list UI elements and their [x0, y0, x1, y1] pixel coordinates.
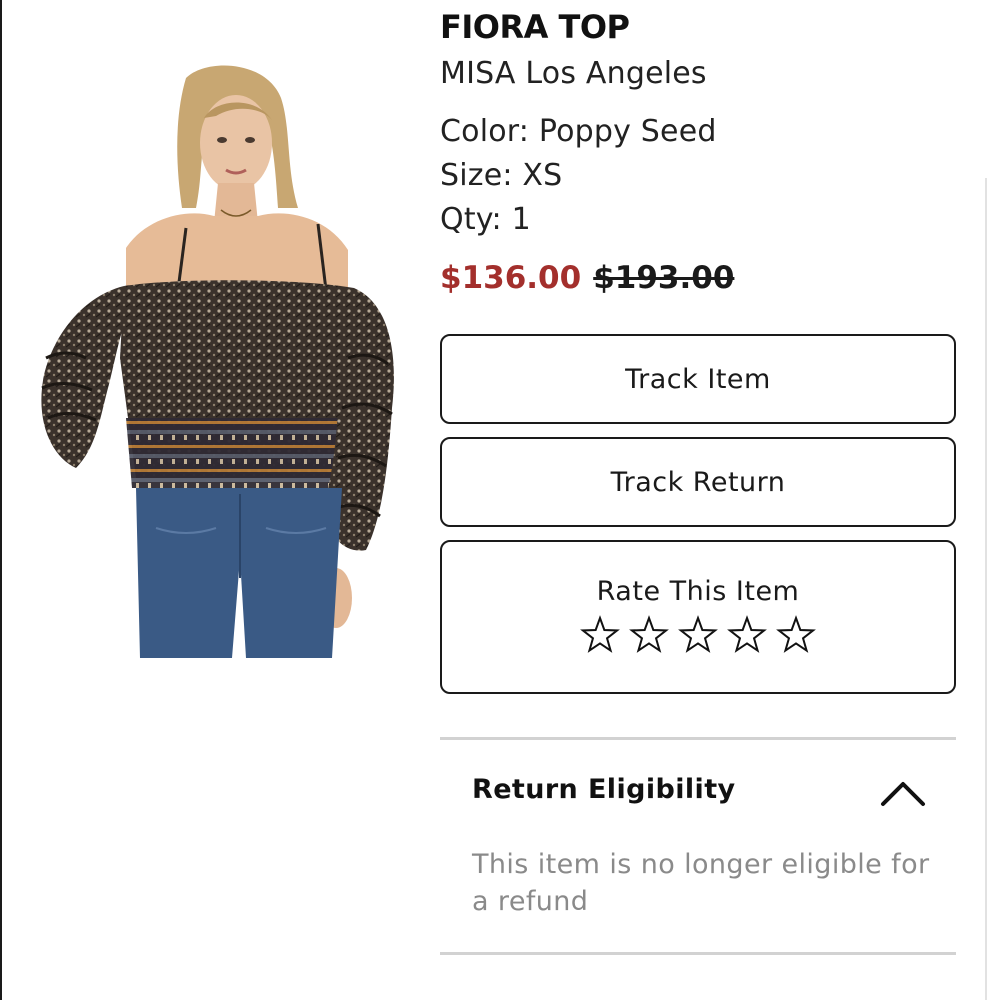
- original-price: $193.00: [593, 260, 735, 296]
- track-item-button[interactable]: Track Item: [440, 334, 956, 424]
- star-icon[interactable]: [580, 615, 620, 655]
- track-return-button[interactable]: Track Return: [440, 437, 956, 527]
- scroll-edge: [985, 178, 987, 1000]
- star-icon[interactable]: [727, 615, 767, 655]
- section-divider-top: [440, 737, 956, 740]
- product-color: Color: Poppy Seed: [440, 114, 717, 149]
- track-item-label: Track Item: [625, 363, 771, 395]
- product-title: FIORA TOP: [440, 8, 630, 46]
- star-icon[interactable]: [776, 615, 816, 655]
- left-edge-border: [0, 0, 2, 1000]
- product-quantity: Qty: 1: [440, 202, 531, 237]
- product-photo-illustration: [41, 65, 394, 658]
- star-rating: [580, 615, 816, 655]
- product-photo[interactable]: [36, 58, 396, 658]
- product-brand: MISA Los Angeles: [440, 56, 707, 91]
- star-icon[interactable]: [629, 615, 669, 655]
- product-size: Size: XS: [440, 158, 563, 193]
- return-eligibility-title: Return Eligibility: [472, 774, 736, 805]
- return-eligibility-message: This item is no longer eligible for a re…: [472, 849, 930, 917]
- track-return-label: Track Return: [610, 466, 786, 498]
- section-divider-bottom: [440, 952, 956, 955]
- sale-price: $136.00: [440, 260, 582, 296]
- rate-item-label: Rate This Item: [596, 576, 800, 607]
- price-row: $136.00 $193.00: [440, 260, 734, 296]
- rate-item-card: Rate This Item: [440, 540, 956, 694]
- star-icon[interactable]: [678, 615, 718, 655]
- chevron-up-icon[interactable]: [880, 778, 926, 808]
